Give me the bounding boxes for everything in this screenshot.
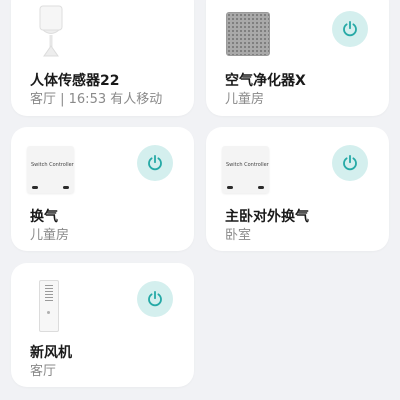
device-room: 客厅 bbox=[30, 364, 57, 379]
switch-controller-label: Switch Controller bbox=[226, 162, 269, 168]
device-room: 儿童房 bbox=[30, 228, 70, 243]
power-button[interactable] bbox=[137, 145, 173, 181]
device-status: 客厅 | 16:53 有人移动 bbox=[30, 92, 163, 107]
device-name: 换气 bbox=[30, 209, 58, 225]
device-room: 儿童房 bbox=[225, 92, 265, 107]
device-name: 主卧对外换气 bbox=[225, 209, 309, 225]
power-icon bbox=[148, 290, 162, 307]
switch-controller-icon: Switch Controller bbox=[222, 146, 269, 193]
power-icon bbox=[343, 154, 357, 171]
device-name: 空气净化器X bbox=[225, 73, 306, 89]
power-button[interactable] bbox=[332, 145, 368, 181]
switch-controller-label: Switch Controller bbox=[31, 162, 74, 168]
device-room: 卧室 bbox=[225, 228, 252, 243]
power-icon bbox=[343, 20, 357, 37]
device-name: 新风机 bbox=[30, 345, 72, 361]
device-grid: 人体传感器22 客厅 | 16:53 有人移动 空气净化器X 儿童房 Switc… bbox=[0, 0, 400, 400]
device-card-fresh-air-unit[interactable]: 新风机 客厅 bbox=[11, 263, 194, 387]
fresh-air-unit-icon bbox=[39, 280, 59, 332]
device-name: 人体传感器22 bbox=[30, 73, 120, 89]
device-card-motion-sensor[interactable]: 人体传感器22 客厅 | 16:53 有人移动 bbox=[11, 0, 194, 116]
air-purifier-icon bbox=[226, 12, 270, 56]
motion-sensor-icon bbox=[39, 5, 63, 57]
device-card-master-bedroom-ventilation[interactable]: Switch Controller 主卧对外换气 卧室 bbox=[206, 127, 389, 251]
device-card-air-purifier[interactable]: 空气净化器X 儿童房 bbox=[206, 0, 389, 116]
power-button[interactable] bbox=[332, 11, 368, 47]
power-icon bbox=[148, 154, 162, 171]
device-card-ventilation[interactable]: Switch Controller 换气 儿童房 bbox=[11, 127, 194, 251]
power-button[interactable] bbox=[137, 281, 173, 317]
switch-controller-icon: Switch Controller bbox=[27, 146, 74, 193]
